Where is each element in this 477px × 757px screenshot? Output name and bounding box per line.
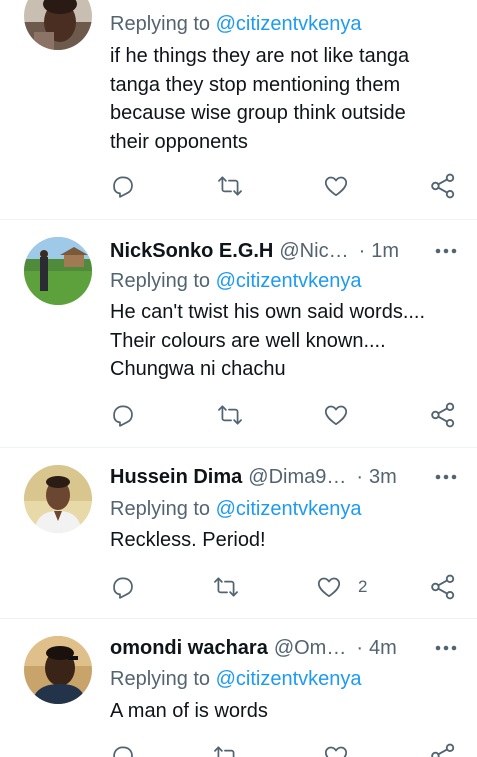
share-button[interactable] — [429, 171, 457, 201]
replying-to-line: Replying to @citizentvkenya — [110, 495, 362, 523]
mention-link[interactable]: @citizentvkenya — [216, 13, 362, 35]
avatar[interactable] — [24, 636, 92, 704]
tweet-actions — [0, 400, 477, 430]
retweet-button[interactable] — [212, 572, 240, 602]
avatar[interactable] — [24, 465, 92, 533]
reply-button[interactable] — [110, 400, 136, 430]
tweet-text: Reckless. Period! — [110, 526, 460, 555]
display-name[interactable]: NickSonko E.G.H — [110, 237, 273, 265]
retweet-button[interactable] — [212, 741, 240, 757]
like-button[interactable] — [323, 741, 349, 757]
share-icon — [431, 743, 455, 757]
reply-icon — [113, 746, 133, 757]
tweet-age[interactable]: 4m — [369, 634, 397, 662]
like-icon — [317, 577, 341, 598]
separator-dot: · — [358, 240, 366, 262]
replying-to-line: Replying to @citizentvkenya — [110, 267, 362, 295]
like-button[interactable] — [323, 400, 349, 430]
share-button[interactable] — [429, 741, 457, 757]
retweet-icon — [218, 176, 242, 196]
tweet-text-line: Reckless. Period! — [110, 529, 266, 551]
mention-link[interactable]: @citizentvkenya — [216, 668, 362, 690]
avatar[interactable] — [24, 237, 92, 305]
tweet-text-line: their opponents — [110, 130, 248, 153]
retweet-button[interactable] — [216, 171, 244, 201]
more-options-button[interactable] — [433, 237, 459, 265]
retweet-icon — [214, 746, 235, 757]
avatar-image — [24, 237, 92, 305]
tweet-text: He can't twist his own said words.... Th… — [110, 298, 460, 384]
reply-feed: Replying to @citizentvkenya if he things… — [0, 0, 477, 757]
tweet-text-line: tanga they stop mentioning them — [110, 73, 401, 96]
reply-icon — [113, 405, 133, 427]
tweet-item[interactable]: Hussein Dima @Dima9… · 3m Replying to @c… — [0, 448, 477, 619]
tweet-text-line: A man of is words — [110, 700, 268, 722]
share-button[interactable] — [429, 400, 457, 430]
tweet-header: omondi wachara @Om… · 4m — [110, 634, 459, 662]
more-icon — [435, 645, 457, 651]
user-handle[interactable]: @Om… — [274, 634, 347, 662]
more-icon — [435, 474, 457, 480]
retweet-icon — [214, 577, 238, 597]
separator-dot: · — [356, 466, 364, 488]
tweet-item[interactable]: NickSonko E.G.H @Nic… · 1m Replying to @… — [0, 219, 477, 448]
reply-button[interactable] — [110, 572, 136, 602]
reply-icon — [113, 577, 133, 599]
tweet-item[interactable]: omondi wachara @Om… · 4m Replying to @ci… — [0, 619, 477, 757]
tweet-text: A man of is words — [110, 697, 460, 726]
retweet-icon — [218, 405, 242, 425]
replying-to-line: Replying to @citizentvkenya — [110, 665, 362, 693]
reply-icon — [113, 176, 133, 198]
tweet-text-line: if he things they are not like tanga — [110, 45, 410, 67]
reply-button[interactable] — [110, 741, 136, 757]
like-icon — [324, 405, 348, 426]
replying-to-label: Replying to — [110, 270, 211, 292]
like-icon — [324, 746, 348, 757]
separator-dot: · — [356, 637, 364, 659]
reply-button[interactable] — [110, 171, 136, 201]
tweet-text-line: because wise group think outside — [110, 102, 406, 124]
share-icon — [431, 574, 455, 600]
mention-link[interactable]: @citizentvkenya — [216, 498, 362, 520]
share-icon — [431, 173, 455, 199]
retweet-button[interactable] — [216, 400, 244, 430]
tweet-age[interactable]: 1m — [371, 237, 399, 265]
tweet-text: if he things they are not like tanga tan… — [110, 42, 460, 156]
more-options-button[interactable] — [433, 463, 459, 491]
tweet-text-line: He can't twist his own said words.... — [110, 301, 426, 323]
avatar-image — [24, 465, 92, 533]
mention-link[interactable]: @citizentvkenya — [216, 270, 362, 292]
share-button[interactable] — [429, 572, 457, 602]
replying-to-label: Replying to — [110, 13, 211, 35]
share-icon — [431, 402, 455, 428]
like-icon — [324, 176, 348, 197]
tweet-header: Hussein Dima @Dima9… · 3m — [110, 463, 459, 491]
like-button[interactable] — [323, 171, 349, 201]
avatar-image — [24, 0, 92, 50]
tweet-actions — [0, 171, 477, 201]
avatar[interactable] — [24, 0, 92, 50]
replying-to-label: Replying to — [110, 498, 211, 520]
tweet-header: NickSonko E.G.H @Nic… · 1m — [110, 237, 459, 265]
replying-to-label: Replying to — [110, 668, 211, 690]
more-icon — [435, 248, 457, 254]
user-handle[interactable]: @Nic… — [279, 237, 348, 265]
user-handle[interactable]: @Dima9… — [248, 463, 346, 491]
like-count: 2 — [358, 577, 368, 596]
tweet-actions: 2 — [0, 572, 477, 602]
tweet-item[interactable]: Replying to @citizentvkenya if he things… — [0, 0, 477, 220]
replying-to-line: Replying to @citizentvkenya — [110, 10, 362, 38]
tweet-age[interactable]: 3m — [369, 463, 397, 491]
avatar-image — [24, 636, 92, 704]
display-name[interactable]: Hussein Dima — [110, 463, 242, 491]
display-name[interactable]: omondi wachara — [110, 634, 268, 662]
tweet-text-line: Their colours are well known.... — [110, 329, 386, 352]
like-button[interactable]: 2 — [316, 572, 367, 602]
more-options-button[interactable] — [433, 634, 459, 662]
tweet-text-line: Chungwa ni chachu — [110, 358, 286, 380]
tweet-actions — [0, 741, 477, 757]
